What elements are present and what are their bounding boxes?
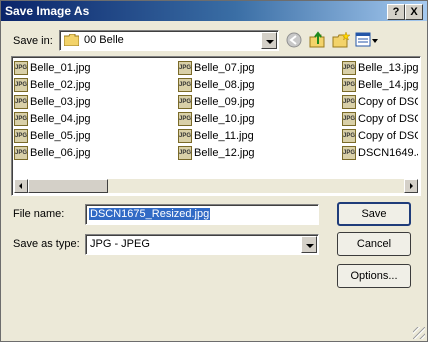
list-item[interactable]: JPG Belle_07.jpg xyxy=(178,60,328,76)
jpg-file-icon: JPG xyxy=(178,146,192,160)
jpg-file-icon: JPG xyxy=(14,61,28,75)
jpg-file-icon: JPG xyxy=(14,129,28,143)
file-name: Belle_03.jpg xyxy=(30,96,91,108)
chevron-right-icon xyxy=(410,183,413,189)
views-menu-icon[interactable] xyxy=(355,31,379,49)
list-item[interactable]: JPG Belle_11.jpg xyxy=(178,128,328,144)
file-name: Belle_07.jpg xyxy=(194,62,255,74)
list-item[interactable]: JPG Belle_10.jpg xyxy=(178,111,328,127)
file-name-input[interactable]: DSCN1675_Resized.jpg xyxy=(85,204,319,225)
file-name-label: File name: xyxy=(13,208,65,220)
list-item[interactable]: JPG Belle_12.jpg xyxy=(178,145,328,161)
jpg-file-icon: JPG xyxy=(178,61,192,75)
file-name: Belle_11.jpg xyxy=(194,130,254,142)
new-folder-icon[interactable] xyxy=(332,31,350,49)
resize-grip[interactable] xyxy=(413,327,425,339)
jpg-file-icon: JPG xyxy=(14,95,28,109)
dialog-title: Save Image As xyxy=(5,4,90,18)
list-item[interactable]: JPG Belle_01.jpg xyxy=(14,60,164,76)
file-name: Belle_14.jpg xyxy=(358,79,418,91)
up-folder-icon[interactable] xyxy=(308,31,326,49)
file-name: Belle_06.jpg xyxy=(30,147,91,159)
list-item[interactable]: JPG Belle_06.jpg xyxy=(14,145,164,161)
back-arrow-icon[interactable] xyxy=(285,31,303,49)
file-name: Belle_09.jpg xyxy=(194,96,255,108)
save-button[interactable]: Save xyxy=(337,202,411,226)
file-name: Copy of DSC xyxy=(358,130,418,142)
file-name: Belle_13.jpg xyxy=(358,62,418,74)
help-button[interactable]: ? xyxy=(387,4,405,20)
file-name: Belle_08.jpg xyxy=(194,79,255,91)
file-name: Belle_10.jpg xyxy=(194,113,255,125)
list-item[interactable]: JPG Belle_14.jpg xyxy=(342,77,418,93)
jpg-file-icon: JPG xyxy=(342,95,356,109)
file-name: Belle_01.jpg xyxy=(30,62,91,74)
jpg-file-icon: JPG xyxy=(178,129,192,143)
list-item[interactable]: JPG Belle_08.jpg xyxy=(178,77,328,93)
file-name: Copy of DSC xyxy=(358,113,418,125)
horizontal-scrollbar[interactable] xyxy=(14,179,418,193)
scroll-thumb[interactable] xyxy=(28,179,108,193)
jpg-file-icon: JPG xyxy=(342,112,356,126)
folder-icon xyxy=(64,34,79,46)
list-item[interactable]: JPG Belle_02.jpg xyxy=(14,77,164,93)
file-name-value: DSCN1675_Resized.jpg xyxy=(89,208,211,220)
title-bar[interactable]: Save Image As ? X xyxy=(1,1,427,21)
chevron-down-icon[interactable] xyxy=(301,236,317,253)
file-name: Belle_02.jpg xyxy=(30,79,91,91)
list-item[interactable]: JPG Belle_03.jpg xyxy=(14,94,164,110)
save-as-type-value: JPG - JPEG xyxy=(90,238,150,250)
list-item[interactable]: JPG DSCN1649.J xyxy=(342,145,418,161)
save-in-value: 00 Belle xyxy=(84,34,124,46)
save-in-label: Save in: xyxy=(13,35,53,47)
jpg-file-icon: JPG xyxy=(14,78,28,92)
jpg-file-icon: JPG xyxy=(178,95,192,109)
file-name: Belle_12.jpg xyxy=(194,147,255,159)
save-image-dialog: Save Image As ? X Save in: 00 Belle JPG B… xyxy=(0,0,428,342)
list-item[interactable]: JPG Copy of DSC xyxy=(342,94,418,110)
scroll-right-button[interactable] xyxy=(404,179,418,193)
list-item[interactable]: JPG Belle_13.jpg xyxy=(342,60,418,76)
list-item[interactable]: JPG Belle_05.jpg xyxy=(14,128,164,144)
jpg-file-icon: JPG xyxy=(178,78,192,92)
jpg-file-icon: JPG xyxy=(14,112,28,126)
list-item[interactable]: JPG Belle_09.jpg xyxy=(178,94,328,110)
chevron-left-icon xyxy=(19,183,22,189)
list-item[interactable]: JPG Copy of DSC xyxy=(342,111,418,127)
options-button[interactable]: Options... xyxy=(337,264,411,288)
file-name: DSCN1649.J xyxy=(358,147,418,159)
list-item[interactable]: JPG Copy of DSC xyxy=(342,128,418,144)
file-name: Copy of DSC xyxy=(358,96,418,108)
save-as-type-dropdown[interactable]: JPG - JPEG xyxy=(85,234,319,255)
list-item[interactable]: JPG Belle_04.jpg xyxy=(14,111,164,127)
jpg-file-icon: JPG xyxy=(178,112,192,126)
save-in-dropdown[interactable]: 00 Belle xyxy=(59,30,279,51)
file-list[interactable]: JPG Belle_01.jpg JPG Belle_07.jpg JPG Belle_1… xyxy=(11,56,421,196)
chevron-down-icon[interactable] xyxy=(261,32,277,49)
file-name: Belle_05.jpg xyxy=(30,130,91,142)
jpg-file-icon: JPG xyxy=(14,146,28,160)
jpg-file-icon: JPG xyxy=(342,146,356,160)
close-button[interactable]: X xyxy=(405,4,423,20)
save-as-type-label: Save as type: xyxy=(13,238,80,250)
scroll-left-button[interactable] xyxy=(14,179,28,193)
file-name: Belle_04.jpg xyxy=(30,113,91,125)
jpg-file-icon: JPG xyxy=(342,129,356,143)
jpg-file-icon: JPG xyxy=(342,78,356,92)
cancel-button[interactable]: Cancel xyxy=(337,232,411,256)
jpg-file-icon: JPG xyxy=(342,61,356,75)
